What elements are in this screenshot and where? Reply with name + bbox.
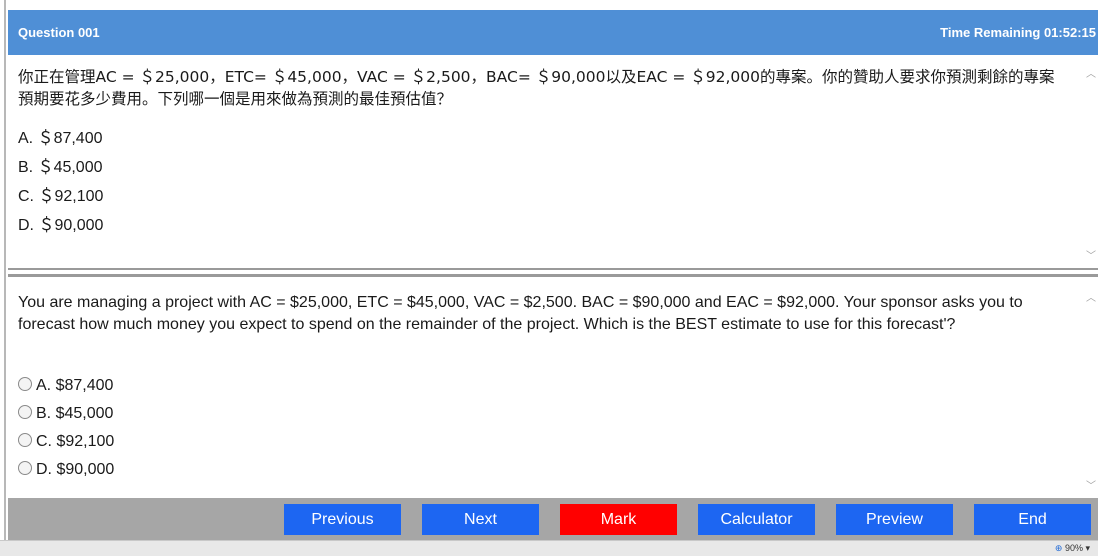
- chinese-question-text: 你正在管理AC = ＄25,000，ETC= ＄45,000，VAC = ＄2,…: [18, 68, 1055, 108]
- scroll-down-icon[interactable]: ﹀: [1086, 247, 1096, 262]
- radio-button-icon[interactable]: [18, 377, 32, 391]
- mark-button[interactable]: Mark: [560, 504, 677, 535]
- answer-option-b[interactable]: B. $45,000: [18, 403, 114, 431]
- end-button[interactable]: End: [974, 504, 1091, 535]
- calculator-button[interactable]: Calculator: [698, 504, 815, 535]
- chinese-choice-a: A. ＄87,400: [18, 130, 103, 147]
- scroll-down-icon[interactable]: ﹀: [1086, 477, 1096, 492]
- zoom-icon: ⊕: [1054, 543, 1063, 553]
- previous-button[interactable]: Previous: [284, 504, 401, 535]
- navigation-bar: Previous Next Mark Calculator Preview En…: [8, 498, 1098, 540]
- answer-option-a-label: A. $87,400: [36, 377, 114, 394]
- radio-button-icon[interactable]: [18, 433, 32, 447]
- radio-button-icon[interactable]: [18, 461, 32, 475]
- radio-button-icon[interactable]: [18, 405, 32, 419]
- chinese-choice-d: D. ＄90,000: [18, 217, 104, 234]
- answer-option-c[interactable]: C. $92,100: [18, 431, 114, 459]
- question-header: Question 001 Time Remaining 01:52:15: [8, 10, 1098, 55]
- answer-option-a[interactable]: A. $87,400: [18, 375, 114, 403]
- answer-option-d[interactable]: D. $90,000: [18, 459, 114, 487]
- next-button[interactable]: Next: [422, 504, 539, 535]
- scroll-up-icon[interactable]: ︿: [1086, 289, 1096, 304]
- scroll-up-icon[interactable]: ︿: [1086, 65, 1096, 80]
- preview-button[interactable]: Preview: [836, 504, 953, 535]
- zoom-level: 90%: [1064, 543, 1083, 553]
- chinese-question-pane[interactable]: 你正在管理AC = ＄25,000，ETC= ＄45,000，VAC = ＄2,…: [8, 55, 1098, 265]
- answer-option-d-label: D. $90,000: [36, 461, 115, 478]
- english-choices: A. $87,400 B. $45,000 C. $92,100 D. $90,…: [18, 375, 114, 487]
- chinese-choices: A. ＄87,400 B. ＄45,000 C. ＄92,100 D. ＄90,…: [18, 128, 103, 244]
- english-question-pane[interactable]: You are managing a project with AC = $25…: [8, 281, 1098, 498]
- pane-splitter[interactable]: [8, 265, 1098, 281]
- time-remaining: Time Remaining 01:52:15: [940, 25, 1096, 40]
- english-question-text: You are managing a project with AC = $25…: [18, 294, 1023, 333]
- window-left-edge: [0, 0, 6, 555]
- chevron-down-icon[interactable]: ▾: [1085, 543, 1090, 553]
- zoom-control[interactable]: ⊕ 90% ▾: [1055, 543, 1090, 554]
- status-bar: ⊕ 90% ▾: [0, 540, 1098, 556]
- chinese-choice-b: B. ＄45,000: [18, 159, 103, 176]
- chinese-choice-c: C. ＄92,100: [18, 188, 104, 205]
- answer-option-c-label: C. $92,100: [36, 433, 115, 450]
- answer-option-b-label: B. $45,000: [36, 405, 114, 422]
- question-number: Question 001: [18, 25, 100, 40]
